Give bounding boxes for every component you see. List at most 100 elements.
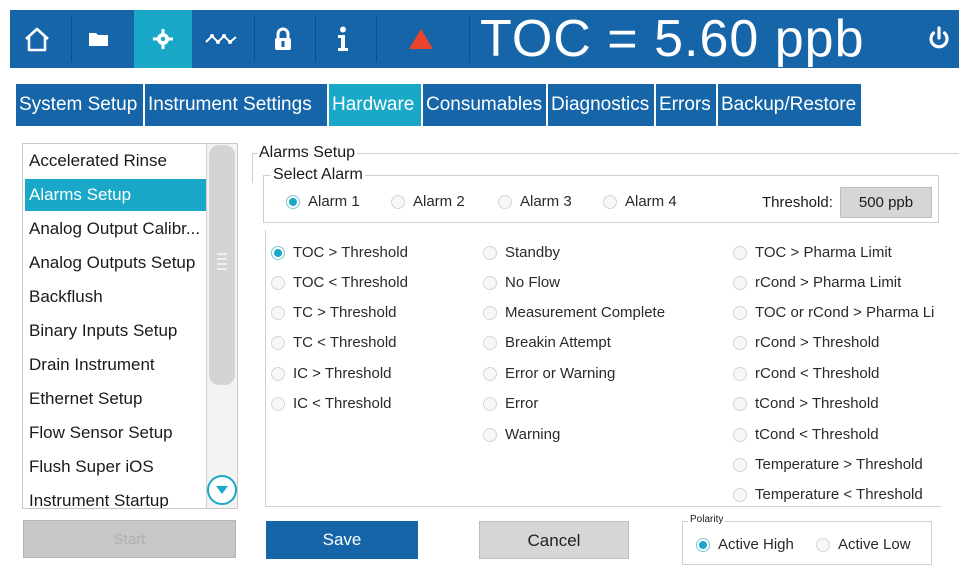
start-button[interactable]: Start (23, 520, 236, 558)
list-item[interactable]: Backflush (25, 281, 208, 313)
condition-radio[interactable]: No Flow (483, 274, 560, 291)
top-toolbar: TOC = 5.60 ppb (10, 10, 959, 68)
radio-icon (483, 427, 497, 442)
trend-icon (205, 34, 237, 44)
home-icon (25, 27, 49, 52)
list-item[interactable]: Drain Instrument (25, 349, 208, 381)
tab-backup-restore[interactable]: Backup/Restore (718, 84, 861, 126)
condition-radio[interactable]: Temperature < Threshold (733, 486, 923, 503)
settings-button[interactable] (134, 10, 192, 68)
radio-icon (733, 487, 747, 502)
alarm-3-radio[interactable]: Alarm 3 (498, 193, 572, 210)
condition-radio[interactable]: TC < Threshold (271, 334, 397, 351)
condition-radio[interactable]: IC < Threshold (271, 395, 392, 412)
power-icon (929, 26, 949, 49)
radio-icon (816, 537, 830, 552)
radio-icon (271, 396, 285, 411)
info-icon (338, 26, 348, 51)
select-alarm-title: Select Alarm (271, 166, 365, 184)
radio-icon (483, 366, 497, 381)
list-item-selected[interactable]: Alarms Setup (25, 179, 208, 211)
radio-icon (733, 305, 747, 320)
radio-icon (733, 427, 747, 442)
radio-icon (733, 396, 747, 411)
condition-radio[interactable]: Error or Warning (483, 365, 615, 382)
lock-icon (275, 27, 291, 50)
condition-radio[interactable]: tCond > Threshold (733, 395, 879, 412)
radio-icon (483, 335, 497, 350)
scroll-down-button[interactable] (207, 475, 237, 505)
info-button[interactable] (316, 10, 370, 68)
condition-radio[interactable]: TOC > Pharma Limit (733, 244, 892, 261)
trend-button[interactable] (194, 10, 248, 68)
condition-radio[interactable]: rCond < Threshold (733, 365, 879, 382)
condition-radio[interactable]: Error (483, 395, 538, 412)
list-item[interactable]: Analog Output Calibr... (25, 213, 208, 245)
list-item[interactable]: Flow Sensor Setup (25, 417, 208, 449)
list-item[interactable]: Instrument Startup (25, 485, 208, 508)
condition-radio[interactable]: Temperature > Threshold (733, 456, 923, 473)
list-item[interactable]: Ethernet Setup (25, 383, 208, 415)
polarity-title: Polarity (688, 514, 726, 525)
cancel-button[interactable]: Cancel (479, 521, 629, 559)
chevron-down-icon (216, 486, 228, 494)
list-item[interactable]: Accelerated Rinse (25, 145, 208, 177)
gear-icon (153, 29, 173, 49)
radio-icon (483, 245, 497, 260)
condition-radio[interactable]: Measurement Complete (483, 304, 665, 321)
tab-hardware[interactable]: Hardware (329, 84, 421, 126)
lock-button[interactable] (256, 10, 310, 68)
tab-system-setup[interactable]: System Setup (16, 84, 143, 126)
condition-radio[interactable]: TC > Threshold (271, 304, 397, 321)
radio-icon (271, 305, 285, 320)
active-low-radio[interactable]: Active Low (816, 536, 911, 553)
radio-icon (733, 366, 747, 381)
grip-icon (217, 253, 227, 270)
threshold-value-button[interactable]: 500 ppb (840, 187, 932, 218)
tab-diagnostics[interactable]: Diagnostics (548, 84, 654, 126)
folder-icon (89, 33, 108, 46)
list-item[interactable]: Analog Outputs Setup (25, 247, 208, 279)
list-item[interactable]: Binary Inputs Setup (25, 315, 208, 347)
condition-radio[interactable]: TOC < Threshold (271, 274, 408, 291)
radio-icon (391, 194, 405, 209)
condition-radio[interactable]: rCond > Threshold (733, 334, 879, 351)
condition-radio[interactable]: TOC > Threshold (271, 244, 408, 261)
tab-errors[interactable]: Errors (656, 84, 716, 126)
condition-radio[interactable]: Warning (483, 426, 560, 443)
home-button[interactable] (10, 10, 64, 68)
radio-icon (733, 457, 747, 472)
condition-radio[interactable]: TOC or rCond > Pharma Li (733, 304, 939, 321)
condition-radio[interactable]: rCond > Pharma Limit (733, 274, 901, 291)
alarm-2-radio[interactable]: Alarm 2 (391, 193, 465, 210)
alarm-4-radio[interactable]: Alarm 4 (603, 193, 677, 210)
radio-icon (498, 194, 512, 209)
condition-radio[interactable]: tCond < Threshold (733, 426, 879, 443)
radio-selected-icon (271, 245, 285, 260)
condition-radio[interactable]: Standby (483, 244, 560, 261)
radio-icon (271, 366, 285, 381)
power-button[interactable] (919, 10, 959, 68)
radio-icon (733, 275, 747, 290)
radio-icon (603, 194, 617, 209)
threshold-label: Threshold: (762, 194, 833, 211)
hardware-setup-list: Accelerated Rinse Alarms Setup Analog Ou… (22, 143, 238, 509)
radio-selected-icon (696, 537, 710, 552)
radio-icon (271, 275, 285, 290)
alarm-status-button[interactable] (394, 10, 448, 68)
alarms-setup-title: Alarms Setup (257, 144, 358, 162)
tab-instrument-settings[interactable]: Instrument Settings (145, 84, 327, 126)
active-high-radio[interactable]: Active High (696, 536, 794, 553)
alarm-1-radio[interactable]: Alarm 1 (286, 193, 360, 210)
save-button[interactable]: Save (266, 521, 418, 559)
list-item[interactable]: Flush Super iOS (25, 451, 208, 483)
radio-icon (733, 245, 747, 260)
radio-selected-icon (286, 194, 300, 209)
condition-radio[interactable]: IC > Threshold (271, 365, 392, 382)
condition-radio[interactable]: Breakin Attempt (483, 334, 611, 351)
folder-button[interactable] (72, 10, 126, 68)
tab-consumables[interactable]: Consumables (423, 84, 546, 126)
radio-icon (483, 396, 497, 411)
radio-icon (733, 335, 747, 350)
main-tabs: System Setup Instrument Settings Hardwar… (16, 84, 863, 126)
